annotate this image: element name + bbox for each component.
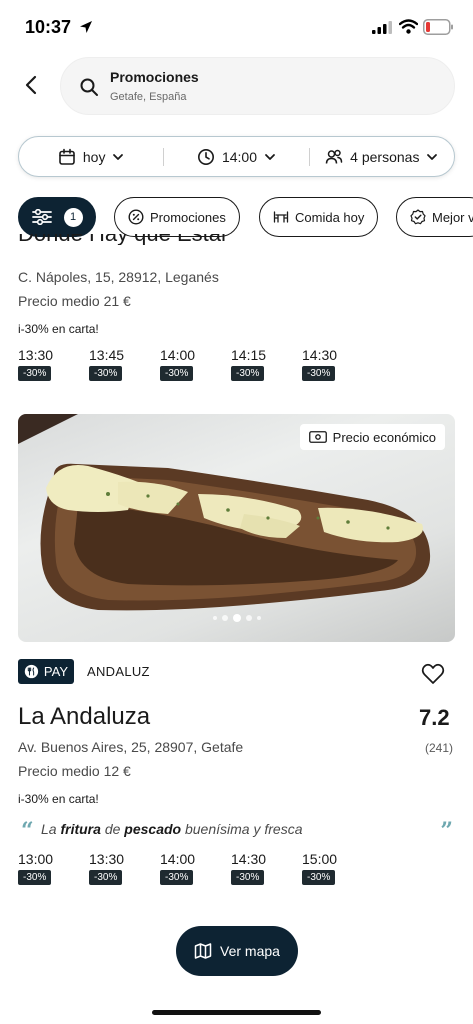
carousel-dot-active[interactable]	[232, 614, 241, 622]
review-snippet: “ La fritura de pescado buenísima y fres…	[18, 818, 455, 844]
time-slots: 13:00 -30% 13:30 -30% 14:00 -30% 14:30 -30% …	[18, 851, 356, 885]
view-map-label: Ver mapa	[220, 943, 280, 959]
people-selector[interactable]: 4 personas	[310, 137, 454, 176]
time-slot[interactable]: 13:30 -30%	[89, 851, 143, 885]
review-text: La fritura de pescado buenísima y fresca	[41, 821, 303, 837]
carousel-dot[interactable]	[245, 615, 252, 621]
wifi-icon	[399, 19, 418, 34]
search-title: Promociones	[110, 69, 199, 85]
time-slot[interactable]: 13:30 -30%	[18, 347, 72, 381]
carousel-dot[interactable]	[256, 616, 261, 620]
calendar-icon	[59, 148, 75, 165]
restaurant-price: Precio medio 12 €	[18, 763, 131, 779]
chip-label: Comida hoy	[295, 209, 365, 225]
restaurant-price: Precio medio 21 €	[18, 293, 131, 309]
time-slots: 13:30 -30% 13:45 -30% 14:00 -30% 14:15 -30% …	[18, 347, 356, 381]
search-location: Getafe, España	[110, 91, 187, 103]
time-slot[interactable]: 13:45 -30%	[89, 347, 143, 381]
restaurant-name[interactable]: Donde Hay que Estar	[18, 234, 228, 245]
time-slot[interactable]: 14:30 -30%	[302, 347, 356, 381]
chip-comida-hoy[interactable]: Comida hoy	[259, 197, 379, 237]
battery-icon	[423, 19, 453, 35]
people-value: 4 personas	[350, 148, 420, 165]
heart-icon[interactable]	[421, 663, 445, 685]
carousel-dot[interactable]	[212, 616, 217, 620]
time-slot[interactable]: 14:00 -30%	[160, 347, 214, 381]
discount-badge: -30%	[160, 366, 194, 381]
chip-label: Promociones	[150, 209, 226, 225]
chevron-left-icon	[25, 75, 37, 95]
percent-icon	[128, 209, 144, 225]
status-bar: 10:37	[0, 0, 473, 52]
discount-badge: -30%	[89, 870, 123, 885]
location-arrow-icon	[80, 21, 92, 33]
restaurant-name[interactable]: La Andaluza	[18, 703, 150, 731]
promo-text: i-30% en carta!	[18, 322, 99, 336]
cuisine-label: ANDALUZ	[87, 664, 150, 679]
booking-selector: hoy 14:00 4 personas	[18, 136, 455, 177]
review-count: (241)	[425, 741, 454, 755]
discount-badge: -30%	[231, 366, 265, 381]
pay-label: PAY	[43, 664, 68, 679]
time-slot[interactable]: 15:00 -30%	[302, 851, 356, 885]
sliders-icon	[31, 209, 52, 225]
fork-knife-icon	[24, 664, 39, 679]
discount-badge: -30%	[302, 366, 336, 381]
view-map-button[interactable]: Ver mapa	[176, 926, 298, 976]
date-value: hoy	[82, 148, 106, 165]
clock-icon	[197, 148, 214, 165]
promo-text: i-30% en carta!	[18, 792, 99, 806]
time-slot[interactable]: 14:00 -30%	[160, 851, 214, 885]
chip-promociones[interactable]: Promociones	[114, 197, 240, 237]
chip-label: Mejor v	[432, 209, 473, 225]
chevron-down-icon	[265, 153, 275, 160]
discount-badge: -30%	[18, 870, 52, 885]
discount-badge: -30%	[160, 870, 194, 885]
restaurant-address: C. Nápoles, 15, 28912, Leganés	[18, 269, 219, 285]
time-slot[interactable]: 13:00 -30%	[18, 851, 72, 885]
back-button[interactable]	[14, 68, 48, 102]
map-icon	[194, 943, 212, 959]
home-indicator[interactable]	[152, 1010, 321, 1015]
discount-badge: -30%	[18, 366, 52, 381]
discount-badge: -30%	[89, 366, 123, 381]
restaurant-photo[interactable]: Precio económico	[18, 414, 455, 642]
time-slot[interactable]: 14:30 -30%	[231, 851, 285, 885]
search-icon	[80, 78, 98, 96]
carousel-dots	[18, 614, 455, 622]
filter-count-badge: 1	[63, 207, 83, 227]
search-box[interactable]: Promociones Getafe, España	[60, 57, 455, 115]
carousel-dot[interactable]	[221, 615, 228, 621]
status-time: 10:37	[25, 17, 72, 37]
chip-mejor-valorados[interactable]: Mejor v	[396, 197, 473, 237]
quote-open-icon: “	[21, 818, 34, 844]
verified-badge-icon	[410, 209, 426, 225]
time-value: 14:00	[221, 148, 258, 165]
pay-badge: PAY	[18, 659, 74, 684]
discount-badge: -30%	[302, 870, 336, 885]
signal-icon	[372, 21, 392, 34]
quote-close-icon: ”	[440, 818, 453, 844]
rating-score: 7.2	[419, 705, 450, 730]
time-selector[interactable]: 14:00	[164, 137, 308, 176]
time-slot[interactable]: 14:15 -30%	[231, 347, 285, 381]
date-selector[interactable]: hoy	[19, 137, 163, 176]
discount-badge: -30%	[231, 870, 265, 885]
people-icon	[325, 149, 343, 164]
filters-button[interactable]: 1	[18, 197, 96, 237]
filter-chips: 1 Promociones Comida hoy Mejor v	[18, 197, 473, 237]
restaurant-address: Av. Buenos Aires, 25, 28907, Getafe	[18, 739, 244, 755]
price-tag-label: Precio económico	[332, 429, 436, 445]
banknote-icon	[308, 431, 327, 443]
table-dining-icon	[273, 211, 289, 223]
chevron-down-icon	[113, 153, 124, 160]
chevron-down-icon	[427, 153, 438, 160]
price-tag: Precio económico	[299, 424, 445, 450]
